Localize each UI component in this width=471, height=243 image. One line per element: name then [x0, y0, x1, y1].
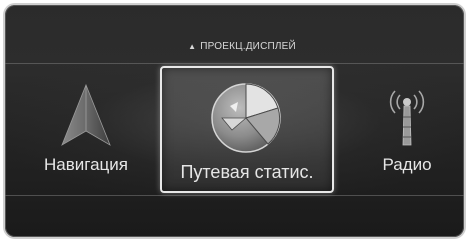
divider-top [5, 63, 464, 64]
pie-chart-icon [211, 83, 281, 153]
radio-antenna-icon [389, 90, 425, 146]
head-up-display-tab[interactable]: ▲ ПРОЕКЦ.ДИСПЛЕЙ [167, 35, 317, 57]
tab-label: ПРОЕКЦ.ДИСПЛЕЙ [200, 40, 296, 52]
menu-item-navigation[interactable]: Навигация [27, 77, 145, 197]
menu-item-radio[interactable]: Радио [357, 77, 457, 197]
navigation-arrow-icon [61, 83, 111, 146]
triangle-up-icon: ▲ [188, 41, 197, 51]
menu-item-label: Радио [382, 155, 432, 174]
menu-item-label: Путевая статис. [180, 162, 314, 182]
menu-item-label: Навигация [44, 155, 128, 174]
display-screen: ▲ ПРОЕКЦ.ДИСПЛЕЙ Навигация Путевая стати… [5, 5, 464, 237]
menu-item-trip-statistics[interactable]: Путевая статис. [160, 66, 334, 193]
